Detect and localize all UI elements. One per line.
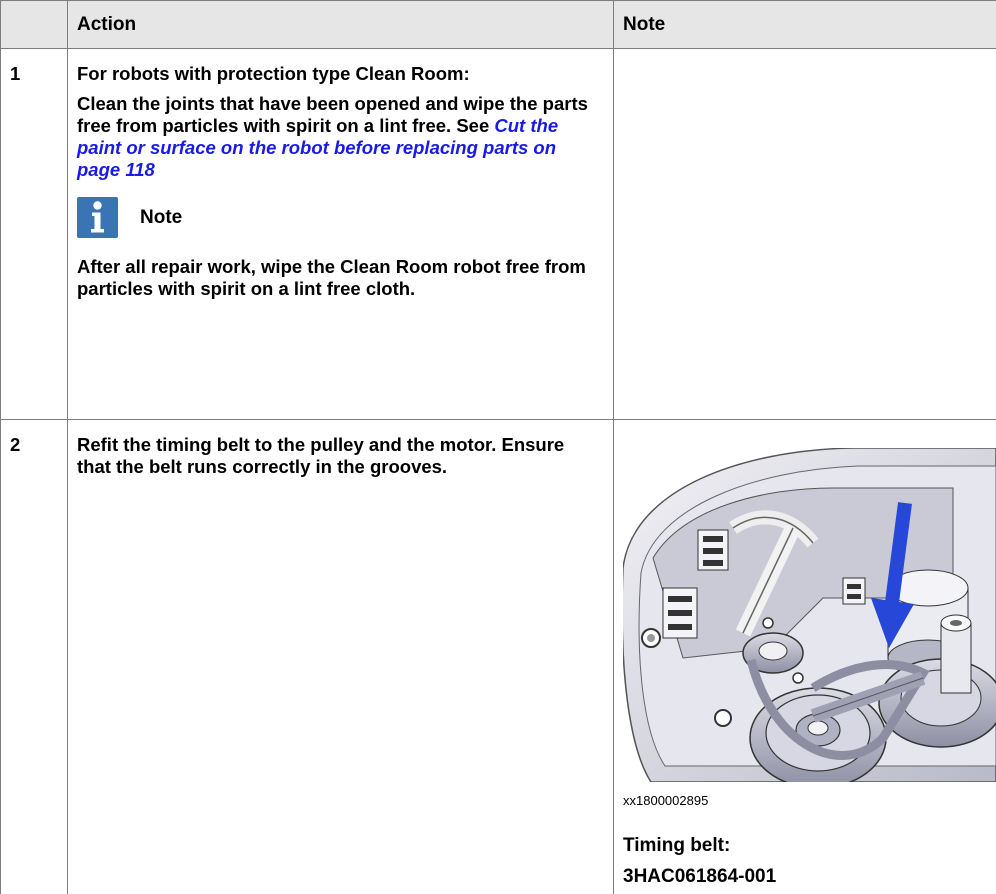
figure-id: xx1800002895 (623, 790, 996, 812)
header-action: Action (68, 1, 614, 49)
note-text: After all repair work, wipe the Clean Ro… (77, 256, 603, 300)
caption-line-2: 3HAC061864-001 (623, 861, 996, 892)
procedure-table: Action Note 1 For robots with protection… (0, 0, 996, 894)
note-cell (614, 49, 996, 420)
robot-axis-drawing (623, 448, 996, 782)
header-step (1, 1, 68, 49)
note-cell: xx1800002895 Timing belt: 3HAC061864-001 (614, 420, 996, 894)
step-number: 2 (1, 420, 68, 894)
caption-line-1: Timing belt: (623, 830, 996, 861)
figure-caption: Timing belt: 3HAC061864-001 (623, 830, 996, 892)
action-text: Clean the joints that have been opened a… (77, 93, 603, 181)
note-label: Note (140, 207, 182, 229)
note-callout: Note (77, 197, 603, 238)
step-number: 1 (1, 49, 68, 420)
action-cell: Refit the timing belt to the pulley and … (68, 420, 614, 894)
action-intro: For robots with protection type Clean Ro… (77, 63, 603, 85)
table-row: 1 For robots with protection type Clean … (1, 49, 996, 420)
table-row: 2 Refit the timing belt to the pulley an… (1, 420, 996, 894)
action-text: Refit the timing belt to the pulley and … (77, 434, 603, 478)
action-cell: For robots with protection type Clean Ro… (68, 49, 614, 420)
table-header-row: Action Note (1, 1, 996, 49)
timing-belt-illustration (623, 448, 996, 782)
info-icon (77, 197, 118, 238)
header-note: Note (614, 1, 996, 49)
